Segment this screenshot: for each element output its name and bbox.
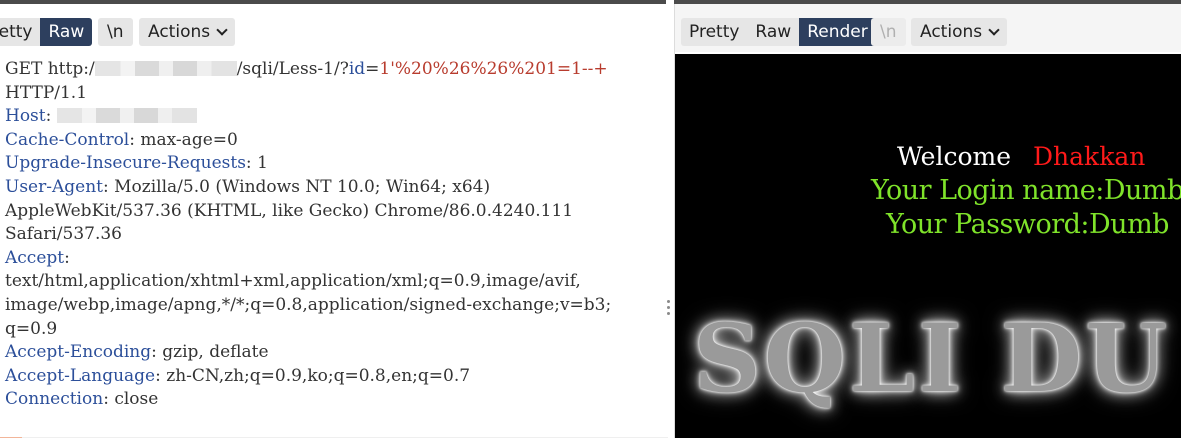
request-pane: retty Raw \n Actions GET http://sqli/Les… — [0, 4, 668, 438]
rendered-response: Welcome Dhakkan Your Login name:Dumb You… — [675, 54, 1181, 438]
header-accept: Accept: — [5, 247, 70, 268]
request-toolbar: retty Raw \n Actions — [0, 4, 668, 52]
tab-render[interactable]: Render — [799, 18, 876, 46]
redacted-host-value — [56, 108, 197, 124]
chevron-down-icon — [216, 24, 228, 36]
sqli-dumb-banner: SQLI DU — [693, 304, 1171, 414]
pane-resize-handle[interactable] — [667, 300, 671, 320]
request-line: GET http://sqli/Less-1/?id=1'%20%26%26%2… — [5, 59, 608, 79]
response-view-toggle: Pretty Raw Render — [681, 18, 876, 46]
chevron-down-icon — [988, 24, 1000, 36]
response-toolbar: Pretty Raw Render \n Actions — [675, 4, 1181, 52]
welcome-text: Welcome — [897, 142, 1012, 171]
tab-pretty[interactable]: Pretty — [681, 18, 747, 46]
header-accept-encoding: Accept-Encoding: gzip, deflate — [5, 342, 269, 363]
newline-toggle-button[interactable]: \n — [871, 18, 906, 46]
user-agent-cont-2: Safari/537.36 — [5, 224, 122, 245]
header-accept-language: Accept-Language: zh-CN,zh;q=0.9,ko;q=0.8… — [5, 365, 471, 386]
accept-value-1: text/html,application/xhtml+xml,applicat… — [5, 271, 581, 292]
injected-param-value: 1'%20%26%26%201=1--+ — [379, 59, 608, 79]
request-view-toggle: retty Raw — [0, 18, 93, 46]
tab-raw[interactable]: Raw — [40, 18, 93, 46]
header-user-agent: User-Agent: Mozilla/5.0 (Windows NT 10.0… — [5, 176, 491, 197]
tab-pretty[interactable]: retty — [0, 18, 40, 46]
welcome-name: Dhakkan — [1033, 142, 1146, 171]
actions-label: Actions — [920, 22, 983, 42]
redacted-host — [94, 61, 237, 76]
header-host: Host: — [5, 105, 665, 129]
response-pane: Pretty Raw Render \n Actions Welcome Dha… — [674, 4, 1181, 438]
newline-toggle-button[interactable]: \n — [98, 18, 133, 46]
user-agent-cont-1: AppleWebKit/537.36 (KHTML, like Gecko) C… — [5, 200, 574, 221]
password-text: Your Password:Dumb — [886, 209, 1169, 240]
actions-button[interactable]: Actions — [911, 18, 1008, 46]
header-upgrade-insecure: Upgrade-Insecure-Requests: 1 — [5, 153, 268, 174]
tab-raw[interactable]: Raw — [747, 18, 799, 46]
request-editor[interactable]: GET http://sqli/Less-1/?id=1'%20%26%26%2… — [5, 58, 665, 412]
login-name-text: Your Login name:Dumb — [871, 175, 1181, 206]
accept-value-3: q=0.9 — [5, 318, 58, 339]
header-cache-control: Cache-Control: max-age=0 — [5, 129, 238, 150]
accept-value-2: image/webp,image/apng,*/*;q=0.8,applicat… — [5, 294, 612, 315]
header-connection: Connection: close — [5, 389, 159, 410]
http-version: HTTP/1.1 — [5, 82, 88, 103]
actions-button[interactable]: Actions — [139, 18, 236, 46]
actions-label: Actions — [148, 22, 211, 42]
